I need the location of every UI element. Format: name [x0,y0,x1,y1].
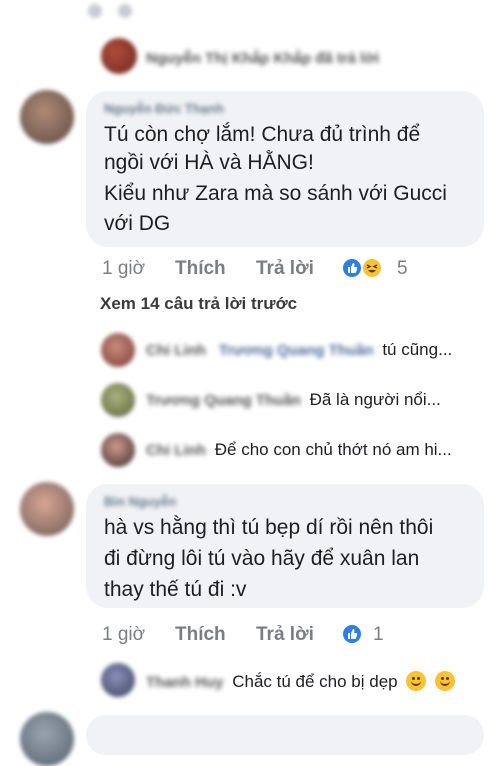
avatar[interactable] [20,482,74,536]
reply-row: Thanh Huy Chắc tú để cho bị dẹp [146,671,456,692]
reply-text: Đã là người nổi... [309,390,441,409]
reply-author-name[interactable]: Chi Linh [146,342,206,359]
comment-bubble [86,715,484,755]
like-button[interactable]: Thích [175,258,226,280]
like-button[interactable]: Thích [175,624,226,646]
avatar[interactable] [20,90,74,144]
reply-row: Trương Quang Thuần Đã là người nổi... [146,390,441,410]
view-previous-replies-link[interactable]: Xem 14 câu trả lời trước [100,294,297,314]
avatar[interactable] [101,433,135,467]
reply-text: Chắc tú để cho bị dẹp [232,672,398,691]
reply-author-name[interactable]: Thanh Huy [146,674,224,691]
reply-button[interactable]: Trả lời [256,258,314,280]
reply-author-name[interactable]: Chi Linh [146,442,206,459]
avatar[interactable] [101,333,135,367]
avatar[interactable] [101,383,135,417]
comment-text-line: với DG [104,212,171,235]
comment-text-line: đi đừng lôi tú vào hãy để xuân lan [104,547,420,570]
reply-row: Chi Linh Để cho con chủ thớt nó am hi... [146,440,452,460]
smile-emoji-icon [406,671,427,691]
blurred-top-icon-left [88,4,102,18]
comment-author-name[interactable]: Nguyễn Đức Thạnh [104,101,224,116]
reaction-count[interactable]: 5 [397,258,408,280]
comment-text-line: ngồi với HÀ và HẰNG! [104,151,314,174]
reply-mention[interactable]: Trương Quang Thuần [219,342,374,359]
haha-reaction-icon[interactable] [361,257,383,279]
comment-text-line: Kiểu như Zara mà so sánh với Gucci [104,182,447,205]
reply-button[interactable]: Trả lời [256,624,314,646]
blurred-top-icon-right [118,4,132,18]
reply-row: Chi Linh Trương Quang Thuần tú cũng... [146,340,452,360]
comment-bubble: Nguyễn Đức Thạnh Tú còn chợ lắm! Chưa đủ… [86,91,484,247]
like-reaction-icon[interactable] [341,623,363,645]
comment-timestamp[interactable]: 1 giờ [102,624,145,646]
avatar[interactable] [101,663,135,697]
like-reaction-icon[interactable] [341,257,363,279]
comment-timestamp[interactable]: 1 giờ [102,258,145,280]
comment-author-name[interactable]: Bin Nguyễn [104,494,176,509]
reply-text: Để cho con chủ thớt nó am hi... [214,440,452,459]
reaction-count[interactable]: 1 [373,624,384,646]
comment-bubble: Bin Nguyễn hà vs hằng thì tú bẹp dí rồi … [86,484,484,608]
reply-author-name[interactable]: Trương Quang Thuần [146,392,301,409]
reply-text: tú cũng... [382,340,453,359]
comment-text-line: hà vs hằng thì tú bẹp dí rồi nên thôi [104,516,434,539]
comment-text-line: thay thế tú đi :v [104,578,247,601]
avatar[interactable] [20,712,74,766]
comment-text-line: Tú còn chợ lắm! Chưa đủ trình để [104,123,421,146]
smile-emoji-icon [435,671,456,691]
reply-author-name[interactable]: Nguyễn Thị Khắp Khắp đã trả lời [146,50,379,67]
avatar[interactable] [101,38,137,74]
